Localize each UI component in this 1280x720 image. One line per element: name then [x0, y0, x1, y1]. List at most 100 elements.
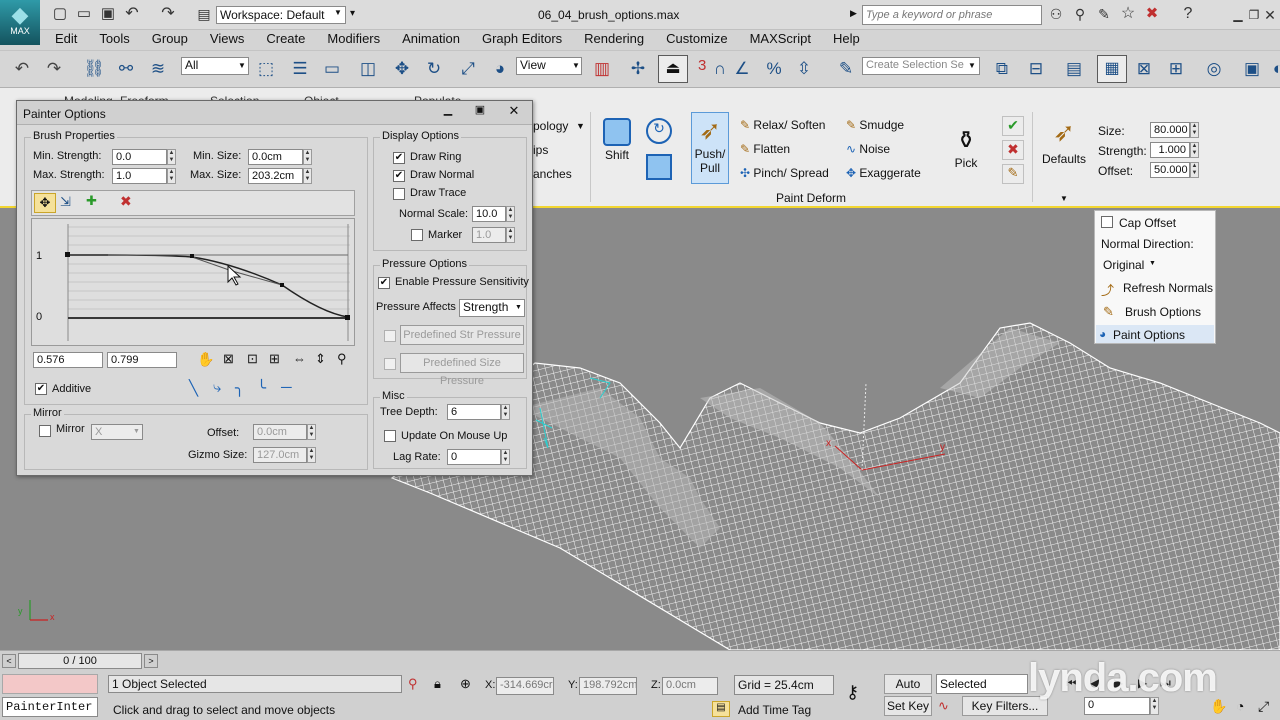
relax-soften-tool[interactable]: ✎ Relax/ Soften [740, 118, 825, 132]
brush-options-button[interactable]: Brush Options [1125, 305, 1201, 319]
pan-icon[interactable]: ✋ [197, 351, 214, 368]
snaps-toggle-label[interactable]: 3 [698, 57, 706, 74]
strength-spinner[interactable]: ▲ ▼ [1190, 142, 1199, 158]
favorites-star-icon[interactable]: ☆ [1116, 2, 1140, 26]
selection-set-dropdown-icon[interactable]: ▼ [968, 61, 976, 70]
select-manipulate-icon[interactable]: ✢ [626, 57, 650, 81]
min-strength-input[interactable]: 0.0 [112, 149, 167, 165]
subscription-icon[interactable]: ⚲ [1068, 2, 1092, 26]
enable-pressure-checkbox[interactable]: ✔ [378, 277, 390, 289]
predefined-str-pressure-button[interactable]: Predefined Str Pressure [400, 325, 524, 345]
topology-label[interactable]: pology [533, 119, 568, 133]
schematic-view-icon[interactable]: ⊞ [1164, 57, 1188, 81]
move-point-icon[interactable]: ✥ [34, 193, 56, 213]
menu-group[interactable]: Group [152, 31, 188, 46]
select-by-name-icon[interactable]: ☰ [288, 57, 312, 81]
noise-tool[interactable]: ∿ Noise [846, 142, 890, 156]
open-file-icon[interactable]: ▭ [72, 2, 96, 26]
menu-edit[interactable]: Edit [55, 31, 77, 46]
snaps-toggle-icon[interactable]: ∩ [708, 57, 732, 81]
cancel-x-icon[interactable]: ✖ [1002, 140, 1024, 160]
update-on-mouse-up-checkbox[interactable] [384, 430, 396, 442]
predefined-size-pressure-button[interactable]: Predefined Size Pressure [400, 353, 524, 387]
zoom-horizontal-icon[interactable]: ⇔ [293, 351, 306, 366]
commit-icon[interactable]: ✎ [1002, 164, 1024, 184]
redo-icon[interactable]: ↷ [156, 2, 180, 26]
tree-depth-spinner[interactable]: ▲ ▼ [501, 404, 510, 420]
gizmo-size-input[interactable]: 127.0cm [253, 447, 307, 463]
smudge-tool[interactable]: ✎ Smudge [846, 118, 904, 132]
auto-key-button[interactable]: Auto Key [884, 674, 932, 709]
set-key-mode-icon[interactable]: ⚷ [846, 682, 859, 703]
unlink-icon[interactable]: ⚯ [114, 57, 138, 81]
time-slider-next-icon[interactable]: > [144, 654, 158, 668]
maxscript-mini-listener[interactable]: PainterInter [2, 697, 98, 717]
graphite-toolbox-toggle[interactable]: ▦ [1097, 55, 1127, 83]
cap-offset-checkbox[interactable] [1101, 216, 1113, 228]
menu-views[interactable]: Views [210, 31, 244, 46]
menu-rendering[interactable]: Rendering [584, 31, 644, 46]
push-pull-button[interactable]: ➶ Push/ Pull [691, 112, 729, 184]
draw-ring-checkbox[interactable]: ✔ [393, 152, 405, 164]
draw-trace-checkbox[interactable] [393, 188, 405, 200]
predefined-str-checkbox[interactable] [384, 330, 396, 342]
exchange-icon[interactable]: ✖ [1140, 2, 1164, 26]
draw-normal-checkbox[interactable]: ✔ [393, 170, 405, 182]
filter-dropdown-icon[interactable]: ▼ [238, 61, 246, 70]
max-strength-spinner[interactable]: ▲ ▼ [167, 168, 176, 184]
menu-help[interactable]: Help [833, 31, 860, 46]
communication-icon[interactable]: ✎ [1092, 2, 1116, 26]
normal-scale-spinner[interactable]: ▲ ▼ [506, 206, 515, 222]
add-point-icon[interactable]: ✚ [86, 193, 97, 209]
scale-point-icon[interactable]: ⇲ [60, 194, 71, 210]
shift-button[interactable]: Shift [600, 116, 634, 170]
max-strength-input[interactable]: 1.0 [112, 168, 167, 184]
orbit-icon[interactable]: ◔ [1236, 698, 1244, 714]
y-coordinate-input[interactable]: 198.792cm [579, 677, 637, 695]
workspace-dropdown-icon[interactable]: ▼ [334, 8, 342, 17]
maximize-viewport-icon[interactable]: ⤢ [1258, 698, 1269, 715]
dialog-maximize-button[interactable]: ▣ [469, 103, 491, 121]
branches-label[interactable]: anches [533, 167, 572, 181]
material-editor-icon[interactable]: ◎ [1202, 57, 1226, 81]
app-logo-button[interactable]: ◆ MAX [0, 0, 40, 45]
coordinate-dropdown-icon[interactable]: ▼ [572, 61, 580, 70]
max-size-spinner[interactable]: ▲ ▼ [303, 168, 312, 184]
help-icon[interactable]: ? [1176, 2, 1200, 26]
mirror-icon[interactable]: ⧉ [990, 57, 1014, 81]
falloff-curve[interactable] [32, 219, 354, 345]
mirror-offset-input[interactable]: 0.0cm [253, 424, 307, 440]
menu-maxscript[interactable]: MAXScript [750, 31, 811, 46]
menu-tools[interactable]: Tools [99, 31, 129, 46]
time-slider[interactable]: 0 / 100 [18, 653, 142, 669]
maxscript-listener-box[interactable] [2, 674, 98, 694]
z-coordinate-input[interactable]: 0.0cm [662, 677, 718, 695]
workspace-select[interactable]: Workspace: Default [216, 6, 346, 24]
tree-depth-input[interactable]: 6 [447, 404, 501, 420]
mirror-offset-spinner[interactable]: ▲ ▼ [307, 424, 316, 440]
scale-icon[interactable]: ⤢ [456, 57, 480, 81]
dialog-close-button[interactable]: ✕ [503, 103, 525, 121]
delete-point-icon[interactable]: ✖ [120, 193, 132, 210]
project-folder-icon[interactable]: ▤ [192, 2, 216, 26]
refresh-normals-button[interactable]: Refresh Normals [1123, 281, 1213, 295]
pinch-spread-tool[interactable]: ✣ Pinch/ Spread [740, 166, 829, 180]
key-mode-select[interactable]: Selected [936, 674, 1028, 694]
save-file-icon[interactable]: ▣ [96, 2, 120, 26]
x-coordinate-input[interactable]: -314.669cr [496, 677, 554, 695]
curve-preset-4-icon[interactable]: ╰ [257, 379, 266, 397]
curve-preset-2-icon[interactable]: ⤷ [213, 379, 221, 396]
time-slider-prev-icon[interactable]: < [2, 654, 16, 668]
undo-toolbar-icon[interactable]: ↶ [10, 57, 34, 81]
dialog-title-bar[interactable]: Painter Options ▁ ▣ ✕ [17, 101, 532, 125]
normal-scale-input[interactable]: 10.0 [472, 206, 506, 222]
menu-animation[interactable]: Animation [402, 31, 460, 46]
zoom-extents-icon[interactable]: ⊠ [223, 351, 234, 367]
isolate-selection-icon[interactable]: ⚲ [408, 676, 418, 692]
absolute-mode-icon[interactable]: ⊕ [460, 676, 471, 692]
size-input[interactable]: 80.000 [1150, 122, 1190, 138]
curve-preset-1-icon[interactable]: ╲ [189, 379, 198, 397]
lag-rate-spinner[interactable]: ▲ ▼ [501, 449, 510, 465]
mirror-axis-dropdown-icon[interactable]: ▼ [133, 428, 140, 435]
window-crossing-icon[interactable]: ◫ [356, 57, 380, 81]
